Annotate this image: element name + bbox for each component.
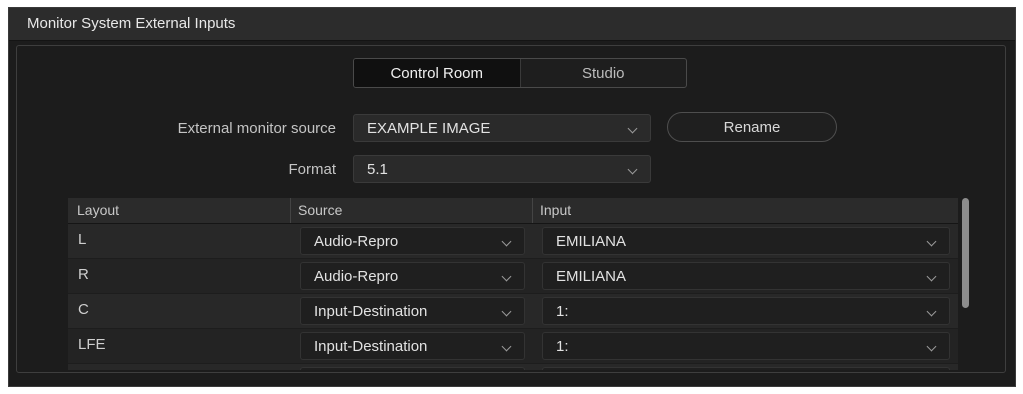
external-source-value: EXAMPLE IMAGE: [367, 120, 491, 137]
source-value: Audio-Repro: [314, 268, 399, 285]
source-value: Input-Destination: [314, 303, 428, 320]
source-dropdown[interactable]: Audio-Repro: [300, 227, 525, 255]
source-dropdown[interactable]: Audio-Repro: [300, 262, 525, 290]
input-value: EMILIANA: [556, 233, 627, 250]
table-row[interactable]: R Audio-Repro EMILIANA: [68, 259, 958, 294]
inputs-table: Layout Source Input L Audio-Repro EMILIA…: [68, 198, 958, 370]
chevron-down-icon: [627, 164, 638, 175]
table-row[interactable]: LFE Input-Destination 1:: [68, 329, 958, 364]
table-header: Layout Source Input: [68, 198, 958, 224]
table-row[interactable]: L Audio-Repro EMILIANA: [68, 224, 958, 259]
format-label: Format: [288, 161, 336, 178]
source-dropdown[interactable]: [300, 367, 525, 370]
chevron-down-icon: [501, 341, 512, 352]
source-dropdown[interactable]: Input-Destination: [300, 297, 525, 325]
source-value: Input-Destination: [314, 338, 428, 355]
layout-cell: R: [78, 266, 89, 283]
table-row[interactable]: [68, 364, 958, 370]
column-divider: [290, 198, 291, 223]
format-value: 5.1: [367, 161, 388, 178]
chevron-down-icon: [926, 306, 937, 317]
layout-cell: LFE: [78, 336, 106, 353]
column-header-layout[interactable]: Layout: [77, 202, 119, 218]
input-value: 1:: [556, 303, 569, 320]
scrollbar-thumb[interactable]: [962, 198, 969, 308]
source-value: Audio-Repro: [314, 233, 399, 250]
room-tabs: Control Room Studio: [353, 58, 687, 88]
chevron-down-icon: [501, 236, 512, 247]
tab-studio[interactable]: Studio: [519, 59, 687, 87]
column-divider: [532, 198, 533, 223]
window-title: Monitor System External Inputs: [27, 15, 236, 32]
external-source-label: External monitor source: [177, 120, 336, 137]
chevron-down-icon: [501, 271, 512, 282]
external-source-dropdown[interactable]: EXAMPLE IMAGE: [353, 114, 651, 142]
chevron-down-icon: [627, 123, 638, 134]
table-row[interactable]: C Input-Destination 1:: [68, 294, 958, 329]
input-value: EMILIANA: [556, 268, 627, 285]
layout-cell: L: [78, 231, 87, 248]
column-header-input[interactable]: Input: [540, 202, 571, 218]
input-dropdown[interactable]: 1:: [542, 332, 950, 360]
source-dropdown[interactable]: Input-Destination: [300, 332, 525, 360]
chevron-down-icon: [926, 271, 937, 282]
input-dropdown[interactable]: EMILIANA: [542, 227, 950, 255]
input-dropdown[interactable]: 1:: [542, 297, 950, 325]
input-dropdown[interactable]: [542, 367, 950, 370]
format-dropdown[interactable]: 5.1: [353, 155, 651, 183]
chevron-down-icon: [501, 306, 512, 317]
input-value: 1:: [556, 338, 569, 355]
title-bar: Monitor System External Inputs: [9, 8, 1015, 41]
chevron-down-icon: [926, 341, 937, 352]
tab-control-room[interactable]: Control Room: [354, 59, 520, 87]
rename-button[interactable]: Rename: [667, 112, 837, 142]
input-dropdown[interactable]: EMILIANA: [542, 262, 950, 290]
chevron-down-icon: [926, 236, 937, 247]
layout-cell: C: [78, 301, 89, 318]
column-header-source[interactable]: Source: [298, 202, 342, 218]
